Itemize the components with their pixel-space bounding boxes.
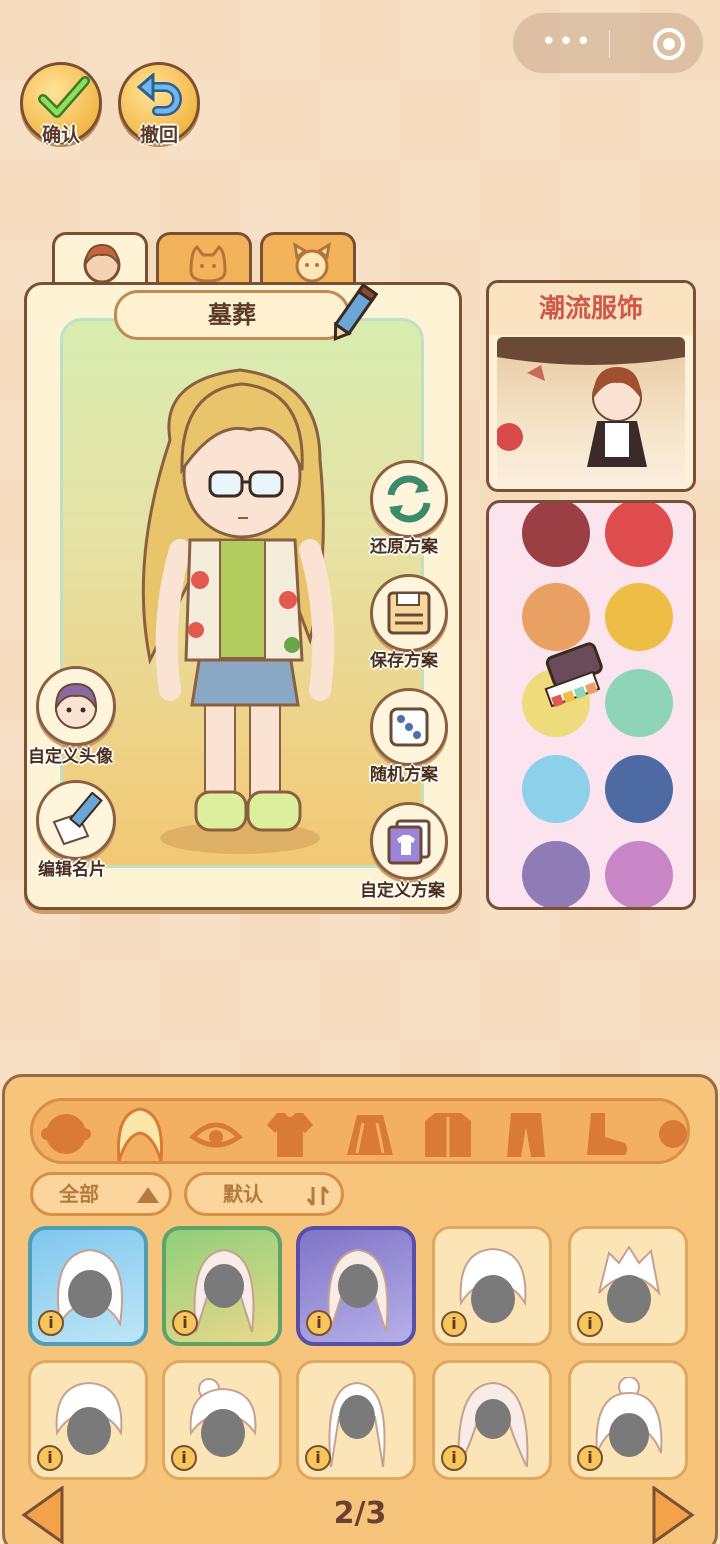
- accessory-category-icon[interactable]: [653, 1109, 690, 1159]
- maid-character-art: [497, 337, 685, 467]
- girl-face-icon: [83, 243, 121, 284]
- sort-arrows-icon: [306, 1186, 330, 1206]
- top-category-icon[interactable]: [263, 1109, 317, 1159]
- undo-button[interactable]: 撤回: [118, 62, 200, 146]
- dice-icon: [389, 707, 429, 747]
- confirm-button[interactable]: 确认: [20, 62, 102, 146]
- random-plan-button[interactable]: [370, 688, 448, 766]
- custom-plan-label: 自定义方案: [360, 881, 445, 901]
- category-filter-dropdown[interactable]: 全部: [30, 1172, 172, 1216]
- eye-category-icon[interactable]: [189, 1109, 243, 1159]
- avatar-icon: [54, 682, 98, 729]
- hair-item[interactable]: i: [28, 1226, 148, 1346]
- restore-plan-button[interactable]: [370, 460, 448, 538]
- pants-category-icon[interactable]: [499, 1109, 553, 1159]
- hair-item[interactable]: i: [28, 1360, 148, 1480]
- coat-category-icon[interactable]: [421, 1109, 475, 1159]
- hair-item[interactable]: i: [568, 1226, 688, 1346]
- item-info-icon[interactable]: i: [38, 1310, 64, 1336]
- color-swatch[interactable]: [522, 503, 590, 567]
- clothing-cards-icon: [387, 819, 431, 865]
- item-info-icon[interactable]: i: [441, 1445, 467, 1471]
- color-palette: [486, 500, 696, 910]
- item-info-icon[interactable]: i: [172, 1310, 198, 1336]
- tab-character[interactable]: [52, 232, 148, 286]
- character-name: 墓葬: [114, 290, 350, 340]
- floppy-disk-icon: [387, 591, 431, 635]
- hair-item[interactable]: i: [432, 1360, 552, 1480]
- close-target-icon[interactable]: [653, 28, 685, 60]
- trend-fashion-title: 潮流服饰: [489, 283, 693, 335]
- hair-item[interactable]: i: [296, 1360, 416, 1480]
- tab-dog[interactable]: [260, 232, 356, 286]
- face-category-icon[interactable]: [39, 1109, 93, 1159]
- color-swatch[interactable]: [605, 583, 673, 651]
- refresh-icon: [387, 475, 431, 523]
- restore-plan-label: 还原方案: [370, 537, 438, 557]
- card-pencil-icon: [52, 792, 103, 846]
- checkmark-icon: [38, 76, 90, 118]
- hair-category-icon[interactable]: [113, 1105, 167, 1161]
- hair-item[interactable]: i: [162, 1226, 282, 1346]
- custom-plan-button[interactable]: [370, 802, 448, 880]
- item-info-icon[interactable]: i: [171, 1445, 197, 1471]
- more-icon[interactable]: •••: [541, 29, 593, 55]
- page-indicator: 2/3: [333, 1496, 387, 1531]
- item-info-icon[interactable]: i: [305, 1445, 331, 1471]
- capsule-divider: [609, 30, 610, 58]
- mini-program-capsule: •••: [512, 12, 704, 74]
- tab-cat[interactable]: [156, 232, 252, 286]
- hair-item[interactable]: i: [568, 1360, 688, 1480]
- next-page-arrow-icon[interactable]: [650, 1486, 696, 1544]
- color-swatch[interactable]: [605, 755, 673, 823]
- color-swatch[interactable]: [605, 841, 673, 907]
- hair-item[interactable]: i: [296, 1226, 416, 1346]
- category-bar: [30, 1098, 690, 1164]
- edit-card-label: 编辑名片: [38, 860, 106, 880]
- item-info-icon[interactable]: i: [577, 1311, 603, 1337]
- undo-label: 撤回: [139, 124, 178, 146]
- item-info-icon[interactable]: i: [577, 1445, 603, 1471]
- undo-arrow-icon: [136, 73, 182, 116]
- color-swatch[interactable]: [605, 503, 673, 567]
- edit-card-button[interactable]: [36, 780, 116, 860]
- character-illustration: [141, 368, 335, 854]
- color-swatch[interactable]: [522, 755, 590, 823]
- random-plan-label: 随机方案: [370, 765, 438, 785]
- shoes-category-icon[interactable]: [579, 1109, 633, 1159]
- sort-filter-label: 默认: [223, 1182, 263, 1206]
- color-swatch[interactable]: [522, 841, 590, 907]
- color-swatch[interactable]: [605, 669, 673, 737]
- sort-filter-dropdown[interactable]: 默认: [184, 1172, 344, 1216]
- item-info-icon[interactable]: i: [37, 1445, 63, 1471]
- category-filter-label: 全部: [59, 1182, 99, 1206]
- trend-fashion-artwork: [497, 337, 685, 485]
- trend-fashion-card[interactable]: 潮流服饰: [486, 280, 696, 492]
- edit-name-pencil-icon[interactable]: [326, 284, 378, 346]
- triangle-up-icon: [137, 1187, 159, 1203]
- confirm-label: 确认: [41, 124, 80, 146]
- paint-brush-icon: [544, 642, 603, 708]
- item-info-icon[interactable]: i: [306, 1310, 332, 1336]
- dog-face-icon: [292, 242, 332, 283]
- save-plan-button[interactable]: [370, 574, 448, 652]
- skirt-category-icon[interactable]: [343, 1109, 397, 1159]
- item-info-icon[interactable]: i: [441, 1311, 467, 1337]
- custom-avatar-button[interactable]: [36, 666, 116, 746]
- save-plan-label: 保存方案: [370, 651, 438, 671]
- hair-item[interactable]: i: [162, 1360, 282, 1480]
- hair-item[interactable]: i: [432, 1226, 552, 1346]
- custom-avatar-label: 自定义头像: [28, 747, 113, 767]
- cat-face-icon: [189, 244, 227, 283]
